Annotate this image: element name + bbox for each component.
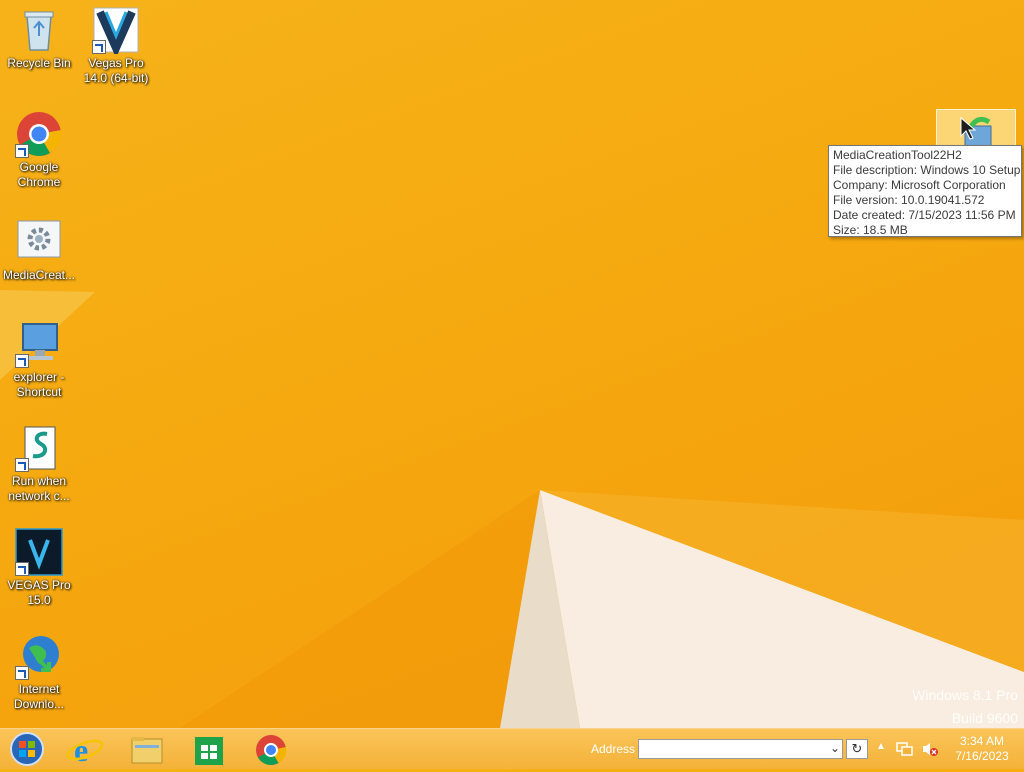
desktop-icon-recycle-bin[interactable]: Recycle Bin bbox=[1, 6, 77, 71]
refresh-button[interactable]: ↻ bbox=[846, 739, 868, 759]
computer-icon bbox=[15, 320, 63, 368]
speaker-muted-icon[interactable] bbox=[921, 741, 939, 757]
desktop-icon-vegas-pro-15[interactable]: VEGAS Pro 15.0 bbox=[1, 528, 77, 608]
script-icon bbox=[15, 424, 63, 472]
desktop-icon-label: explorer - Shortcut bbox=[13, 370, 65, 399]
folder-icon bbox=[131, 737, 163, 764]
show-hidden-icons-button[interactable]: ▲ bbox=[876, 741, 886, 752]
start-button[interactable] bbox=[4, 731, 52, 767]
desktop-icon-label: Google Chrome bbox=[17, 160, 61, 189]
desktop-icon-explorer-shortcut[interactable]: explorer - Shortcut bbox=[1, 320, 77, 400]
globe-download-icon bbox=[15, 632, 63, 680]
desktop-icon-label: Vegas Pro 14.0 (64-bit) bbox=[83, 56, 149, 85]
recycle-bin-icon bbox=[15, 6, 63, 54]
desktop-icon-internet-download-manager[interactable]: Internet Downlo... bbox=[1, 632, 77, 712]
chrome-icon bbox=[15, 110, 63, 158]
shortcut-arrow-icon bbox=[15, 354, 29, 368]
desktop-icon-label: VEGAS Pro 15.0 bbox=[7, 578, 71, 607]
vegas-pro-15-icon bbox=[15, 528, 63, 576]
tooltip-date-created: Date created: 7/15/2023 11:56 PM bbox=[833, 208, 1016, 222]
watermark-edition: Windows 8.1 Pro bbox=[912, 687, 1018, 703]
shortcut-arrow-icon bbox=[15, 562, 29, 576]
svg-text:e: e bbox=[74, 732, 88, 767]
windows-watermark: Windows 8.1 Pro Build 9600 bbox=[912, 684, 1018, 730]
tooltip-size: Size: 18.5 MB bbox=[833, 223, 908, 237]
network-icon[interactable] bbox=[896, 741, 914, 757]
wallpaper bbox=[0, 290, 1024, 728]
watermark-build: Build 9600 bbox=[951, 710, 1018, 726]
shortcut-arrow-icon bbox=[15, 458, 29, 472]
desktop-icon-mediacreationtool[interactable]: MediaCreat... bbox=[1, 218, 77, 283]
tooltip-filename: MediaCreationTool22H2 bbox=[833, 148, 962, 162]
system-clock[interactable]: 3:34 AM 7/16/2023 bbox=[947, 734, 1017, 764]
shortcut-arrow-icon bbox=[92, 40, 106, 54]
desktop-icon-label: MediaCreat... bbox=[2, 268, 76, 282]
refresh-icon: ↻ bbox=[851, 741, 863, 756]
internet-explorer-icon: e bbox=[66, 732, 104, 768]
taskbar-store[interactable] bbox=[185, 731, 233, 767]
clock-time: 3:34 AM bbox=[959, 734, 1005, 748]
setup-gear-icon bbox=[15, 218, 63, 266]
windows-logo-icon bbox=[10, 732, 44, 766]
taskbar-internet-explorer[interactable]: e bbox=[62, 731, 110, 768]
desktop-icon-google-chrome[interactable]: Google Chrome bbox=[1, 110, 77, 190]
desktop-icon-label: Internet Downlo... bbox=[13, 682, 65, 711]
chevron-down-icon[interactable]: ⌄ bbox=[830, 741, 840, 755]
shortcut-arrow-icon bbox=[15, 666, 29, 680]
vegas-pro-icon bbox=[92, 6, 140, 58]
tooltip-version: File version: 10.0.19041.572 bbox=[833, 193, 985, 207]
desktop-icon-label: Recycle Bin bbox=[7, 56, 71, 70]
tooltip-company: Company: Microsoft Corporation bbox=[833, 178, 1006, 192]
taskbar-file-explorer[interactable] bbox=[123, 731, 171, 767]
clock-date: 7/16/2023 bbox=[955, 749, 1009, 763]
desktop-icon-label: Run when network c... bbox=[8, 474, 70, 503]
taskbar-chrome[interactable] bbox=[247, 731, 295, 767]
chrome-icon bbox=[256, 735, 287, 766]
desktop-icon-vegas-pro-14[interactable]: Vegas Pro 14.0 (64-bit) bbox=[78, 6, 154, 86]
desktop-icon-run-when-network[interactable]: Run when network c... bbox=[1, 424, 77, 504]
shortcut-arrow-icon bbox=[15, 144, 29, 158]
taskbar: e Address ⌄ ↻ ▲ 3:34 AM 7/16/2023 bbox=[0, 728, 1024, 769]
store-icon bbox=[195, 737, 223, 765]
tooltip-description: File description: Windows 10 Setup bbox=[833, 163, 1021, 177]
address-toolbar-label: Address bbox=[591, 742, 636, 756]
file-info-tooltip: MediaCreationTool22H2 File description: … bbox=[828, 145, 1022, 237]
address-input[interactable]: ⌄ bbox=[638, 739, 843, 759]
